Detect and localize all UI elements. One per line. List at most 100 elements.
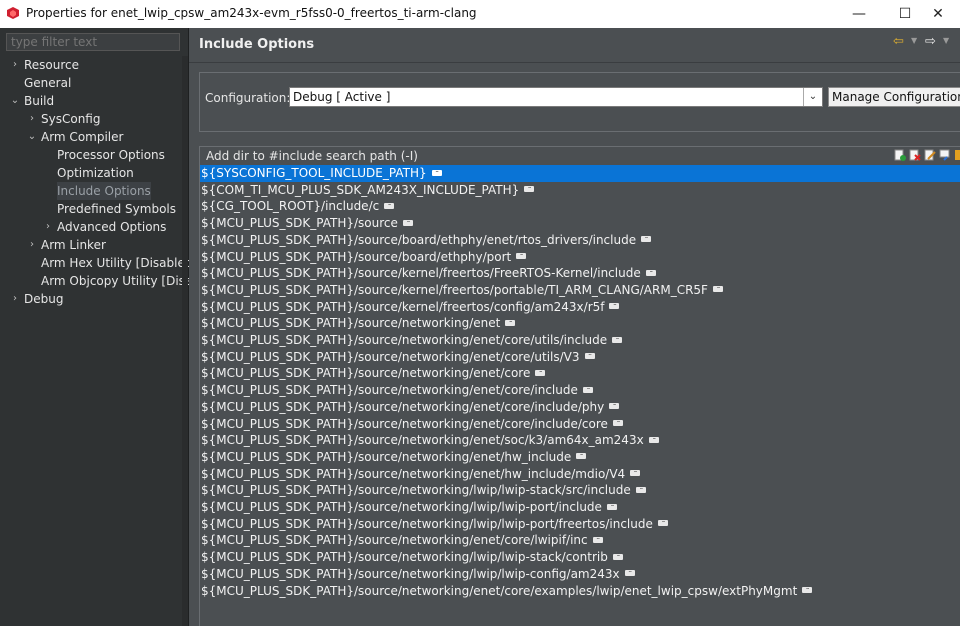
more-icon[interactable]: ··· xyxy=(657,520,668,527)
include-path-row[interactable]: ${MCU_PLUS_SDK_PATH}/source/networking/e… xyxy=(200,532,960,549)
more-icon[interactable]: ··· xyxy=(524,186,535,193)
include-path-row[interactable]: ${MCU_PLUS_SDK_PATH}/source/networking/l… xyxy=(200,482,960,499)
include-path-row[interactable]: ${MCU_PLUS_SDK_PATH}/source/networking/e… xyxy=(200,349,960,366)
include-path-row[interactable]: ${MCU_PLUS_SDK_PATH}/source/networking/e… xyxy=(200,399,960,416)
tree-item-label: SysConfig xyxy=(41,112,101,126)
forward-dropdown-icon[interactable]: ▼ xyxy=(943,36,949,45)
forward-arrow-icon[interactable]: ⇨ xyxy=(925,34,936,49)
include-path-row[interactable]: ${CG_TOOL_ROOT}/include/c ··· xyxy=(200,198,960,215)
chevron-right-icon[interactable]: › xyxy=(10,290,20,308)
include-path-row[interactable]: ${MCU_PLUS_SDK_PATH}/source/networking/e… xyxy=(200,365,960,382)
configuration-select[interactable]: Debug [ Active ] ⌄ xyxy=(289,87,823,107)
include-path-row[interactable]: ${MCU_PLUS_SDK_PATH}/source/kernel/freer… xyxy=(200,282,960,299)
chevron-right-icon[interactable]: › xyxy=(27,110,37,128)
add-icon[interactable] xyxy=(894,149,906,161)
include-path-row[interactable]: ${COM_TI_MCU_PLUS_SDK_AM243X_INCLUDE_PAT… xyxy=(200,182,960,199)
more-icon[interactable]: ··· xyxy=(582,386,593,393)
include-path-text: ${COM_TI_MCU_PLUS_SDK_AM243X_INCLUDE_PAT… xyxy=(201,182,520,197)
more-icon[interactable]: ··· xyxy=(606,503,617,510)
sidebar: › Resource General ⌄ Build › SysConfig ⌄… xyxy=(0,28,197,626)
chevron-down-icon[interactable]: ⌄ xyxy=(27,128,37,146)
tree-item-label: Arm Objcopy Utility [Disal xyxy=(41,274,196,288)
window-title: Properties for enet_lwip_cpsw_am243x-evm… xyxy=(26,6,477,20)
edit-icon[interactable] xyxy=(924,149,936,161)
include-path-row[interactable]: ${MCU_PLUS_SDK_PATH}/source/networking/e… xyxy=(200,332,960,349)
more-icon[interactable]: ··· xyxy=(609,303,620,310)
more-icon[interactable]: ··· xyxy=(630,470,641,477)
more-icon[interactable]: ··· xyxy=(535,369,546,376)
more-icon[interactable]: ··· xyxy=(712,286,723,293)
configuration-group: Configuration: Debug [ Active ] ⌄ Manage… xyxy=(199,72,960,132)
include-path-row[interactable]: ${MCU_PLUS_SDK_PATH}/source/networking/e… xyxy=(200,416,960,433)
more-icon[interactable]: ··· xyxy=(516,253,527,259)
include-path-text: ${MCU_PLUS_SDK_PATH}/source/networking/e… xyxy=(201,466,626,481)
tree-item-label: General xyxy=(24,76,72,90)
include-path-row[interactable]: ${MCU_PLUS_SDK_PATH}/source/networking/e… xyxy=(200,315,960,332)
title-bar: Properties for enet_lwip_cpsw_am243x-evm… xyxy=(0,0,960,28)
back-arrow-icon[interactable]: ⇦ xyxy=(893,34,904,49)
include-path-row[interactable]: ${MCU_PLUS_SDK_PATH}/source/networking/e… xyxy=(200,432,960,449)
include-path-row[interactable]: ${MCU_PLUS_SDK_PATH}/source/kernel/freer… xyxy=(200,265,960,282)
tree-item-label: Resource xyxy=(24,58,80,72)
include-path-row[interactable]: ${MCU_PLUS_SDK_PATH}/source/networking/l… xyxy=(200,566,960,583)
include-path-text: ${MCU_PLUS_SDK_PATH}/source/networking/e… xyxy=(201,583,798,598)
more-icon[interactable]: ··· xyxy=(648,436,659,443)
tree-item-label: Optimization xyxy=(57,166,134,180)
include-path-text: ${MCU_PLUS_SDK_PATH}/source/networking/e… xyxy=(201,333,608,347)
filter-input[interactable] xyxy=(6,33,180,51)
tree-item-label: Processor Options xyxy=(57,148,165,162)
tree-item-label: Arm Hex Utility [Disabled] xyxy=(41,256,198,270)
include-path-text: ${MCU_PLUS_SDK_PATH}/source/networking/e… xyxy=(201,383,578,398)
include-path-row[interactable]: ${MCU_PLUS_SDK_PATH}/source/board/ethphy… xyxy=(200,249,960,266)
more-icon[interactable]: ··· xyxy=(592,536,603,543)
include-path-row[interactable]: ${SYSCONFIG_TOOL_INCLUDE_PATH} ··· xyxy=(200,165,960,182)
more-icon[interactable]: ··· xyxy=(612,420,623,426)
more-icon[interactable]: ··· xyxy=(609,403,620,410)
more-icon[interactable]: ··· xyxy=(402,219,413,226)
move-up-icon[interactable] xyxy=(939,149,951,161)
chevron-right-icon[interactable]: › xyxy=(10,56,20,74)
more-icon[interactable]: ··· xyxy=(641,236,652,243)
close-button[interactable]: ✕ xyxy=(916,0,960,28)
more-icon[interactable]: ··· xyxy=(612,336,623,343)
include-path-row[interactable]: ${MCU_PLUS_SDK_PATH}/source/networking/l… xyxy=(200,499,960,516)
sidebar-scrollbar[interactable] xyxy=(182,56,188,626)
chevron-right-icon[interactable]: › xyxy=(43,218,53,236)
more-icon[interactable]: ··· xyxy=(645,269,656,276)
include-path-text: ${MCU_PLUS_SDK_PATH}/source xyxy=(201,216,398,231)
manage-configurations-button[interactable]: Manage Configurations... xyxy=(828,87,960,107)
more-icon[interactable]: ··· xyxy=(505,319,516,326)
include-path-row[interactable]: ${MCU_PLUS_SDK_PATH}/source/networking/l… xyxy=(200,549,960,566)
include-path-text: ${MCU_PLUS_SDK_PATH}/source/board/ethphy… xyxy=(201,249,512,264)
more-icon[interactable]: ··· xyxy=(384,202,395,209)
chevron-down-icon[interactable]: ⌄ xyxy=(10,92,20,110)
include-path-text: ${MCU_PLUS_SDK_PATH}/source/kernel/freer… xyxy=(201,282,708,297)
include-path-row[interactable]: ${MCU_PLUS_SDK_PATH}/source/networking/e… xyxy=(200,449,960,466)
configuration-selected-value: Debug [ Active ] xyxy=(293,90,391,104)
more-icon[interactable]: ··· xyxy=(431,169,442,176)
more-icon[interactable]: ··· xyxy=(612,553,623,560)
more-icon[interactable]: ··· xyxy=(584,353,595,360)
more-icon[interactable]: ··· xyxy=(635,486,646,493)
page-header: Include Options ⇦ ▼ ⇨ ▼ xyxy=(189,28,960,62)
back-dropdown-icon[interactable]: ▼ xyxy=(911,36,917,45)
more-icon[interactable]: ··· xyxy=(802,587,813,593)
more-icon[interactable]: ··· xyxy=(576,453,587,460)
include-path-row[interactable]: ${MCU_PLUS_SDK_PATH}/source ··· xyxy=(200,215,960,232)
include-path-text: ${MCU_PLUS_SDK_PATH}/source/networking/e… xyxy=(201,449,572,464)
chevron-right-icon[interactable]: › xyxy=(27,236,37,254)
include-path-row[interactable]: ${MCU_PLUS_SDK_PATH}/source/networking/e… xyxy=(200,583,960,600)
more-icon[interactable]: ··· xyxy=(624,570,635,577)
delete-icon[interactable] xyxy=(909,149,921,161)
main-panel: Include Options ⇦ ▼ ⇨ ▼ Configuration: D… xyxy=(189,28,960,626)
chevron-down-icon[interactable]: ⌄ xyxy=(803,88,822,106)
include-path-text: ${MCU_PLUS_SDK_PATH}/source/networking/e… xyxy=(201,399,605,414)
include-path-row[interactable]: ${MCU_PLUS_SDK_PATH}/source/networking/e… xyxy=(200,382,960,399)
minimize-button[interactable]: — xyxy=(836,0,882,28)
include-path-row[interactable]: ${MCU_PLUS_SDK_PATH}/source/board/ethphy… xyxy=(200,232,960,249)
include-path-text: ${MCU_PLUS_SDK_PATH}/source/networking/l… xyxy=(201,550,608,565)
include-path-row[interactable]: ${MCU_PLUS_SDK_PATH}/source/kernel/freer… xyxy=(200,299,960,316)
include-path-row[interactable]: ${MCU_PLUS_SDK_PATH}/source/networking/l… xyxy=(200,516,960,533)
move-down-icon[interactable] xyxy=(954,149,960,161)
include-path-row[interactable]: ${MCU_PLUS_SDK_PATH}/source/networking/e… xyxy=(200,466,960,483)
